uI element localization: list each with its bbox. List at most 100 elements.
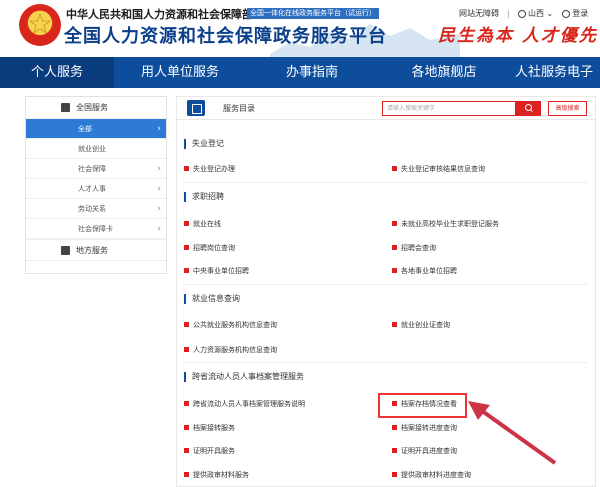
service-link[interactable]: 提供政审材料服务 — [184, 470, 249, 480]
advanced-search-button[interactable]: 高级搜索 — [548, 101, 587, 116]
ministry-name: 中华人民共和国人力资源和社会保障部 — [66, 8, 253, 21]
service-link[interactable]: 证明开具进度查询 — [392, 446, 457, 456]
national-service-icon — [61, 103, 70, 112]
section-title: 就业信息查询 — [184, 294, 240, 304]
section-title: 失业登记 — [184, 139, 224, 149]
service-link[interactable]: 招聘岗位查询 — [184, 243, 235, 253]
section-divider — [184, 284, 588, 285]
service-label: 就业创业证查询 — [401, 321, 450, 329]
slogan: 民生為本 人才優先 — [438, 26, 598, 46]
bullet-icon — [184, 267, 189, 273]
sidebar-item-social-security[interactable]: 社会保障 › — [26, 159, 166, 179]
service-label: 提供政审材料进度查询 — [401, 471, 471, 479]
service-label: 公共就业服务机构信息查询 — [193, 321, 277, 329]
service-link[interactable]: 招聘会查询 — [392, 243, 436, 253]
bullet-icon — [392, 244, 397, 250]
service-label: 就业在线 — [193, 220, 221, 228]
service-label: 未就业高校毕业生求职登记服务 — [401, 220, 499, 228]
service-link[interactable]: 证明开具服务 — [184, 446, 235, 456]
sidebar-item-labor[interactable]: 劳动关系 › — [26, 199, 166, 219]
chevron-right-icon: › — [157, 124, 161, 134]
login-link[interactable]: 登录 — [562, 8, 588, 19]
chevron-right-icon: › — [157, 224, 161, 234]
divider — [508, 9, 509, 18]
service-link[interactable]: 就业在线 — [184, 219, 221, 229]
bullet-icon — [184, 471, 189, 477]
nav-local-stores[interactable]: 各地旗舰店 — [394, 57, 494, 88]
sidebar-local-label: 地方服务 — [76, 246, 108, 255]
section-title: 跨省流动人员人事档案管理服务 — [184, 372, 304, 382]
sidebar-local[interactable]: 地方服务 — [26, 239, 166, 261]
service-link[interactable]: 未就业高校毕业生求职登记服务 — [392, 219, 499, 229]
service-label: 招聘会查询 — [401, 244, 436, 252]
service-label: 人力资源服务机构信息查询 — [193, 346, 277, 354]
service-label: 提供政审材料服务 — [193, 471, 249, 479]
main-nav: 个人服务 用人单位服务 办事指南 各地旗舰店 人社服务电子 — [0, 57, 600, 88]
bullet-icon — [392, 267, 397, 273]
section-title: 求职招聘 — [184, 192, 224, 202]
bullet-icon — [392, 471, 397, 477]
nav-e-services[interactable]: 人社服务电子 — [515, 57, 600, 88]
sidebar-item-ss-card[interactable]: 社会保障卡 › — [26, 219, 166, 239]
user-icon — [562, 9, 571, 18]
service-link[interactable]: 各地事业单位招聘 — [392, 266, 457, 276]
service-link[interactable]: 档案接转服务 — [184, 423, 235, 433]
nav-guide[interactable]: 办事指南 — [262, 57, 362, 88]
bullet-icon — [392, 321, 397, 327]
sidebar-national-label: 全国服务 — [76, 103, 108, 112]
service-link[interactable]: 档案接转进度查询 — [392, 423, 457, 433]
national-emblem-icon — [19, 4, 61, 46]
bullet-icon — [184, 220, 189, 226]
region-label: 山西 — [528, 9, 544, 18]
bullet-icon — [184, 424, 189, 430]
sidebar-item-label: 人才人事 — [78, 185, 106, 193]
accessibility-link[interactable]: 网站无障碍 — [459, 8, 499, 19]
service-label: 招聘岗位查询 — [193, 244, 235, 252]
sidebar-item-employment[interactable]: 就业创业 — [26, 139, 166, 159]
service-label: 证明开具进度查询 — [401, 447, 457, 455]
sidebar-item-label: 社会保障 — [78, 165, 106, 173]
service-label: 各地事业单位招聘 — [401, 267, 457, 275]
sidebar-item-label: 就业创业 — [78, 145, 106, 153]
service-link[interactable]: 公共就业服务机构信息查询 — [184, 320, 277, 330]
sidebar-item-label: 全部 — [78, 125, 92, 133]
arrow-annotation-icon — [468, 401, 557, 465]
service-label: 证明开具服务 — [193, 447, 235, 455]
panel-title: 服务目录 — [223, 104, 255, 113]
search-input[interactable]: 请输入搜索关键字 — [382, 101, 516, 116]
local-service-icon — [61, 246, 70, 255]
service-link[interactable]: 中央事业单位招聘 — [184, 266, 249, 276]
bullet-icon — [392, 424, 397, 430]
service-link[interactable]: 跨省流动人员人事档案管理服务说明 — [184, 399, 305, 409]
service-label: 失业登记审核结果信息查询 — [401, 165, 485, 173]
service-label: 档案接转服务 — [193, 424, 235, 432]
bullet-icon — [184, 321, 189, 327]
section-divider — [184, 182, 588, 183]
sidebar-item-all[interactable]: 全部 › — [26, 119, 166, 139]
platform-title: 全国人力资源和社会保障政务服务平台 — [64, 26, 387, 47]
sidebar-item-talent[interactable]: 人才人事 › — [26, 179, 166, 199]
search-button[interactable] — [516, 101, 541, 116]
service-link[interactable]: 失业登记审核结果信息查询 — [392, 164, 485, 174]
service-label: 失业登记办理 — [193, 165, 235, 173]
panel-header: 服务目录 请输入搜索关键字 高级搜索 — [177, 97, 595, 120]
login-label: 登录 — [572, 9, 589, 18]
bullet-icon — [184, 244, 189, 250]
nav-personal[interactable]: 个人服务 — [0, 57, 114, 88]
service-label: 档案接转进度查询 — [401, 424, 457, 432]
service-label: 跨省流动人员人事档案管理服务说明 — [193, 400, 305, 408]
service-link[interactable]: 人力资源服务机构信息查询 — [184, 345, 277, 355]
location-icon — [518, 9, 526, 18]
bullet-icon — [184, 346, 189, 352]
sidebar-national[interactable]: 全国服务 — [26, 97, 166, 119]
service-link[interactable]: 就业创业证查询 — [392, 320, 450, 330]
highlight-box — [378, 393, 467, 418]
section-divider — [184, 362, 588, 363]
service-link[interactable]: 提供政审材料进度查询 — [392, 470, 471, 480]
bullet-icon — [392, 447, 397, 453]
region-selector[interactable]: 山西 ⌄ — [518, 8, 553, 19]
bullet-icon — [184, 447, 189, 453]
nav-employer[interactable]: 用人单位服务 — [128, 57, 232, 88]
service-link[interactable]: 失业登记办理 — [184, 164, 235, 174]
chevron-right-icon: › — [157, 184, 161, 194]
